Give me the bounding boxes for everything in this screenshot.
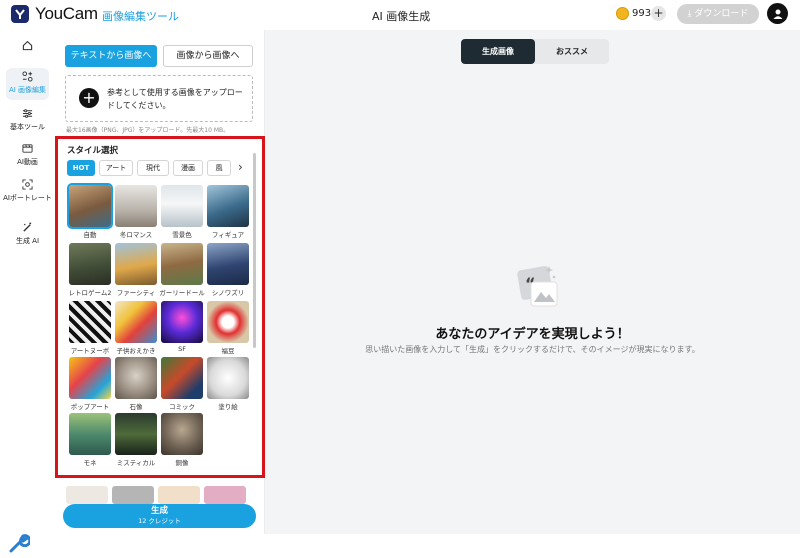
style-thumb-kids-drawing[interactable] [115,301,157,343]
style-thumb-pop-art[interactable] [69,357,111,399]
tab-recommendations[interactable]: おススメ [535,39,609,64]
chevron-right-icon[interactable]: › [238,160,243,174]
style-selection-section: スタイル選択 HOT アート 現代 漫画 風 › 自動 冬ロマンス 雪景色 フィ… [55,136,265,478]
style-thumb-art-nouveau[interactable] [69,301,111,343]
style-scrollbar[interactable] [253,153,256,348]
empty-state-headline: あなたのアイデアを実現しよう！ [435,327,630,342]
nav-label: 生成 AI [15,237,40,245]
nav-basic-tools[interactable]: 基本ツール [0,108,55,132]
nav-generative-ai[interactable]: 生成 AI [0,222,55,246]
style-thumb-snowscape[interactable] [161,185,203,227]
upload-instructions: 参考として使用する画像をアップロードしてください。 [107,88,243,110]
style-thumb-partial [204,486,246,504]
style-thumb-partial [112,486,154,504]
tab-generated-images[interactable]: 生成画像 [461,39,535,64]
upload-note: 最大16画像（PNG、JPG）をアップロード。先最大10 MB。 [66,127,230,134]
style-thumb-chinoiserie[interactable] [207,243,249,285]
style-label: 雪景色 [172,231,192,239]
style-thumb-winter-romance[interactable] [115,185,157,227]
style-label: 子供おえかき [116,347,156,355]
style-thumb-girly-doll[interactable] [161,243,203,285]
chip-manga[interactable]: 漫画 [173,160,203,176]
result-area: 生成画像 おススメ “ あなたのアイデアを実現しよう！ 思い描いた画像を入力して… [265,30,800,534]
download-button[interactable]: ⤓ ダウンロード [677,4,759,24]
ai-edit-icon [22,71,33,82]
nav-label: AI動画 [17,158,38,166]
home-icon [22,40,33,51]
style-label: ポップアート [70,403,110,411]
style-thumb-comic[interactable] [161,357,203,399]
result-tabs: 生成画像 おススメ [461,39,609,64]
style-thumb-retro-game[interactable] [69,243,111,285]
nav-ai-edit[interactable]: AI 画像編集 [6,68,49,100]
youcam-logo-icon[interactable] [11,5,29,23]
nav-label: AI 画像編集 [8,86,47,94]
page-title: AI 画像生成 [372,10,431,23]
sliders-icon [22,109,33,118]
style-label: フィギュア [211,231,245,239]
style-thumb-sf[interactable] [161,301,203,343]
style-thumb-partial [66,486,108,504]
style-thumb-coloring[interactable] [207,357,249,399]
style-label: シノワズリ [211,289,245,297]
chip-fu[interactable]: 風 [207,160,231,176]
download-label: ダウンロード [694,9,749,19]
idea-illustration-icon: “ [505,262,561,322]
style-thumb-stone-statue[interactable] [115,357,157,399]
style-label: 塗り絵 [218,403,238,411]
style-title: スタイル選択 [67,146,119,156]
style-label: 冬ロマンス [119,231,153,239]
coin-icon [616,7,629,20]
tab-text-to-image[interactable]: テキストから画像へ [65,45,157,67]
add-credits-button[interactable]: + [651,6,666,21]
nav-ai-portrait[interactable]: AIポートレート [0,179,55,203]
style-thumb-furry-city[interactable] [115,243,157,285]
top-bar: YouCam 画像編集ツール AI 画像生成 9930 + ⤓ ダウンロード [0,0,800,30]
style-label: ファーシティ [116,289,156,297]
style-label: コミック [169,403,195,411]
style-thumb-lucky-beans[interactable] [207,301,249,343]
brand-subtitle: 画像編集ツール [102,10,179,23]
style-label: アートヌーボ [70,347,110,355]
portrait-icon [22,179,33,190]
style-thumb-mystical[interactable] [115,413,157,455]
style-label: 自動 [83,231,97,239]
chip-hot[interactable]: HOT [67,160,95,176]
upload-area[interactable]: + 参考として使用する画像をアップロードしてください。 [65,75,253,122]
style-thumb-figure[interactable] [207,185,249,227]
left-nav: AI 画像編集 基本ツール AI動画 AIポートレート 生成 AI [0,30,55,553]
style-thumb-bronze-statue[interactable] [161,413,203,455]
empty-state-subline: 思い描いた画像を入力して「生成」をクリックするだけで、そのイメージが現実になりま… [365,345,700,354]
brand-name[interactable]: YouCam [35,4,98,24]
style-label: ミスティカル [116,459,156,467]
tab-image-to-image[interactable]: 画像から画像へ [163,45,253,67]
style-thumb-partial [158,486,200,504]
generate-label: 生成 [150,506,168,516]
style-label: 銅像 [175,459,189,467]
nav-ai-video[interactable]: AI動画 [0,143,55,167]
settings-panel: テキストから画像へ 画像から画像へ + 参考として使用する画像をアップロードして… [55,30,265,534]
chip-art[interactable]: アート [99,160,133,176]
wand-icon [23,222,32,232]
style-thumb-monet[interactable] [69,413,111,455]
generate-button[interactable]: 生成 12 クレジット [63,504,256,528]
style-label: モネ [83,459,97,467]
chip-modern[interactable]: 現代 [137,160,169,176]
nav-label: 基本ツール [10,123,45,131]
style-label: 福豆 [221,347,235,355]
upload-plus-icon[interactable]: + [79,88,99,108]
style-label: SF [178,345,186,353]
wrench-icon[interactable] [8,532,32,558]
style-label: レトロゲーム2 [68,289,112,297]
generate-credits: 12 クレジット [138,517,181,525]
style-label: ガーリードール [159,289,205,297]
nav-home[interactable] [0,40,55,54]
user-avatar[interactable] [767,3,788,24]
style-label: 石像 [129,403,143,411]
style-thumb-auto[interactable] [67,183,113,229]
nav-label: AIポートレート [3,194,52,202]
video-icon [22,144,33,153]
